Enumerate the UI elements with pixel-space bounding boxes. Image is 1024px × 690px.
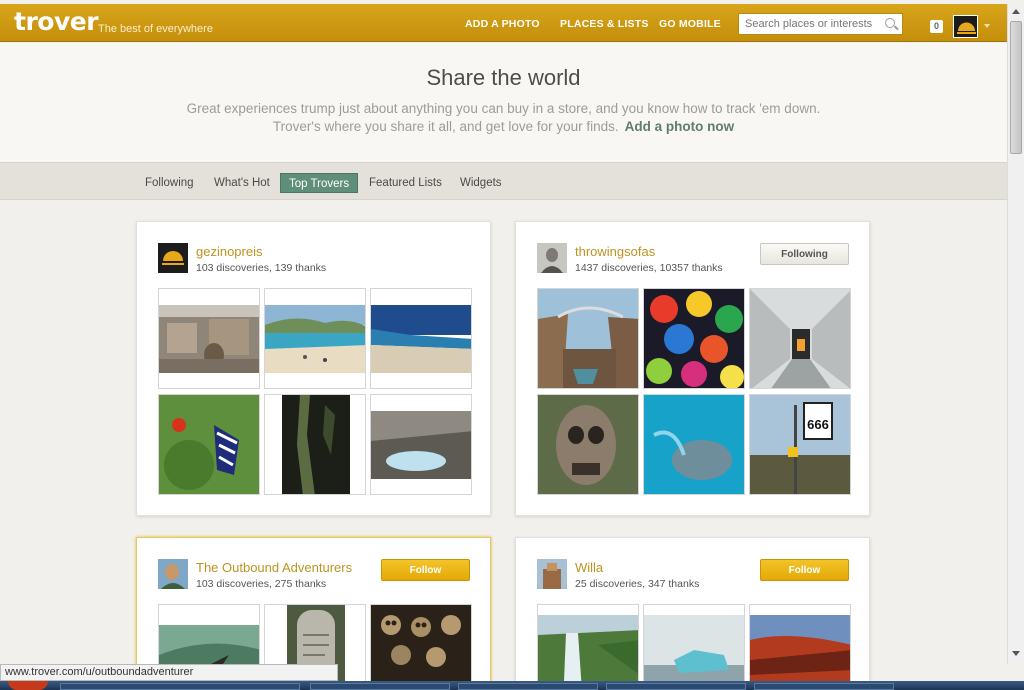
trover-card: Willa 25 discoveries, 347 thanks Follow — [515, 537, 870, 690]
trover-card: throwingsofas 1437 discoveries, 10357 th… — [515, 221, 870, 516]
discovery-photo[interactable] — [643, 394, 745, 495]
tab-top-trovers[interactable]: Top Trovers — [280, 173, 359, 193]
top-nav-bar: trover The best of everywhere ADD A PHOT… — [0, 4, 1007, 42]
status-bar-url: www.trover.com/u/outboundadventurer — [0, 664, 338, 681]
tab-whats-hot[interactable]: What's Hot — [214, 173, 270, 193]
tab-following[interactable]: Following — [145, 173, 194, 193]
hero-text-line-2: Trover's where you share it all, and get… — [0, 119, 1007, 134]
user-avatar[interactable] — [953, 15, 978, 38]
taskbar-item[interactable] — [310, 683, 450, 690]
discovery-photo[interactable] — [749, 288, 851, 389]
hero-banner: Share the world Great experiences trump … — [0, 43, 1007, 162]
svg-text:666: 666 — [807, 417, 829, 432]
nav-add-a-photo[interactable]: ADD A PHOTO — [465, 18, 540, 30]
discovery-photo[interactable] — [537, 288, 639, 389]
taskbar-item[interactable] — [60, 683, 300, 690]
user-stats: 25 discoveries, 347 thanks — [575, 578, 700, 590]
user-stats: 103 discoveries, 275 thanks — [196, 578, 327, 590]
start-button-icon[interactable] — [8, 681, 48, 690]
scrollbar[interactable] — [1007, 4, 1024, 664]
avatar[interactable] — [158, 243, 188, 273]
following-button[interactable]: Following — [760, 243, 849, 265]
username-link[interactable]: gezinopreis — [196, 244, 263, 259]
scrollbar-thumb[interactable] — [1010, 21, 1022, 154]
user-stats: 103 discoveries, 139 thanks — [196, 262, 327, 274]
discovery-photo[interactable] — [643, 604, 745, 690]
tab-widgets[interactable]: Widgets — [460, 173, 502, 193]
account-menu-chevron-down-icon[interactable] — [984, 24, 990, 28]
notification-count-badge[interactable]: 0 — [930, 20, 943, 33]
tagline: The best of everywhere — [98, 23, 213, 35]
discovery-photo[interactable] — [264, 288, 366, 389]
hero-text-line-1: Great experiences trump just about anyth… — [186, 101, 821, 116]
windows-taskbar — [0, 681, 1024, 690]
search-icon[interactable] — [885, 18, 895, 28]
discovery-photo[interactable] — [370, 288, 472, 389]
discovery-photo[interactable] — [537, 604, 639, 690]
user-stats: 1437 discoveries, 10357 thanks — [575, 262, 723, 274]
follow-button[interactable]: Follow — [381, 559, 470, 581]
search-input[interactable] — [739, 14, 877, 34]
discovery-photo[interactable] — [158, 394, 260, 495]
taskbar-item[interactable] — [458, 683, 598, 690]
discovery-photo[interactable] — [643, 288, 745, 389]
add-photo-now-link[interactable]: Add a photo now — [625, 119, 734, 134]
taskbar-item[interactable] — [754, 683, 894, 690]
hero-title: Share the world — [426, 65, 581, 90]
avatar[interactable] — [537, 559, 567, 589]
discovery-photo[interactable] — [264, 394, 366, 495]
trover-card: gezinopreis 103 discoveries, 139 thanks — [136, 221, 491, 516]
scroll-up-arrow-icon[interactable] — [1012, 9, 1020, 14]
nav-places-lists[interactable]: PLACES & LISTS — [560, 18, 649, 30]
username-link[interactable]: Willa — [575, 560, 603, 575]
discovery-photo[interactable] — [370, 394, 472, 495]
discovery-photo[interactable] — [749, 604, 851, 690]
taskbar-item[interactable] — [606, 683, 746, 690]
trover-logo[interactable]: trover — [14, 7, 99, 36]
discovery-photo[interactable] — [370, 604, 472, 690]
discovery-photo[interactable] — [537, 394, 639, 495]
search-box — [738, 13, 903, 35]
username-link[interactable]: throwingsofas — [575, 244, 655, 259]
username-link[interactable]: The Outbound Adventurers — [196, 560, 352, 575]
discovery-photo[interactable] — [158, 288, 260, 389]
follow-button[interactable]: Follow — [760, 559, 849, 581]
tab-featured-lists[interactable]: Featured Lists — [369, 173, 442, 193]
avatar[interactable] — [537, 243, 567, 273]
avatar[interactable] — [158, 559, 188, 589]
discovery-photo[interactable]: 666 — [749, 394, 851, 495]
nav-go-mobile[interactable]: GO MOBILE — [659, 18, 721, 30]
scroll-down-arrow-icon[interactable] — [1012, 651, 1020, 656]
hero-text-line-2-body: Trover's where you share it all, and get… — [272, 119, 619, 134]
tabs-bar: Following What's Hot Top Trovers Feature… — [0, 162, 1007, 200]
